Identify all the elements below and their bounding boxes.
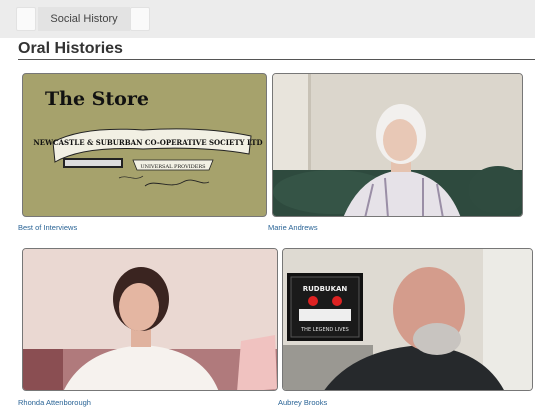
top-tab-bar: Social History (0, 0, 535, 38)
video-thumbnail-rhonda-attenborough[interactable] (22, 248, 278, 391)
video-caption-best-of-interviews[interactable]: Best of Interviews (18, 223, 77, 232)
banner-text: NEWCASTLE & SUBURBAN CO-OPERATIVE SOCIET… (33, 138, 262, 147)
tab-scroll-left-button[interactable] (16, 7, 36, 31)
video-caption-rhonda-attenborough[interactable]: Rhonda Attenborough (18, 398, 91, 407)
banner-subtext: UNIVERSAL PROVIDERS (140, 164, 206, 170)
interviewee-photo (23, 249, 277, 390)
video-caption-aubrey-brooks[interactable]: Aubrey Brooks (278, 398, 327, 407)
poster-bottom-text: THE LEGEND LIVES (300, 327, 349, 333)
video-thumbnail-best-of-interviews[interactable]: The Store NEWCASTLE & SUBURBAN CO-OPERAT… (22, 73, 267, 217)
video-thumbnail-marie-andrews[interactable] (272, 73, 523, 217)
video-thumbnail-aubrey-brooks[interactable]: RUDBUKAN THE LEGEND LIVES (282, 248, 533, 391)
page-title: Oral Histories (18, 40, 123, 57)
poster-top-text: RUDBUKAN (303, 285, 348, 293)
tab-scroll-right-button[interactable] (130, 7, 150, 31)
tab-social-history[interactable]: Social History (38, 7, 130, 31)
co-op-logo-banner: NEWCASTLE & SUBURBAN CO-OPERATIVE SOCIET… (33, 128, 263, 187)
title-divider (18, 59, 535, 60)
video-caption-marie-andrews[interactable]: Marie Andrews (268, 223, 318, 232)
interviewee-photo (273, 74, 522, 216)
interviewee-photo: RUDBUKAN THE LEGEND LIVES (283, 249, 532, 390)
